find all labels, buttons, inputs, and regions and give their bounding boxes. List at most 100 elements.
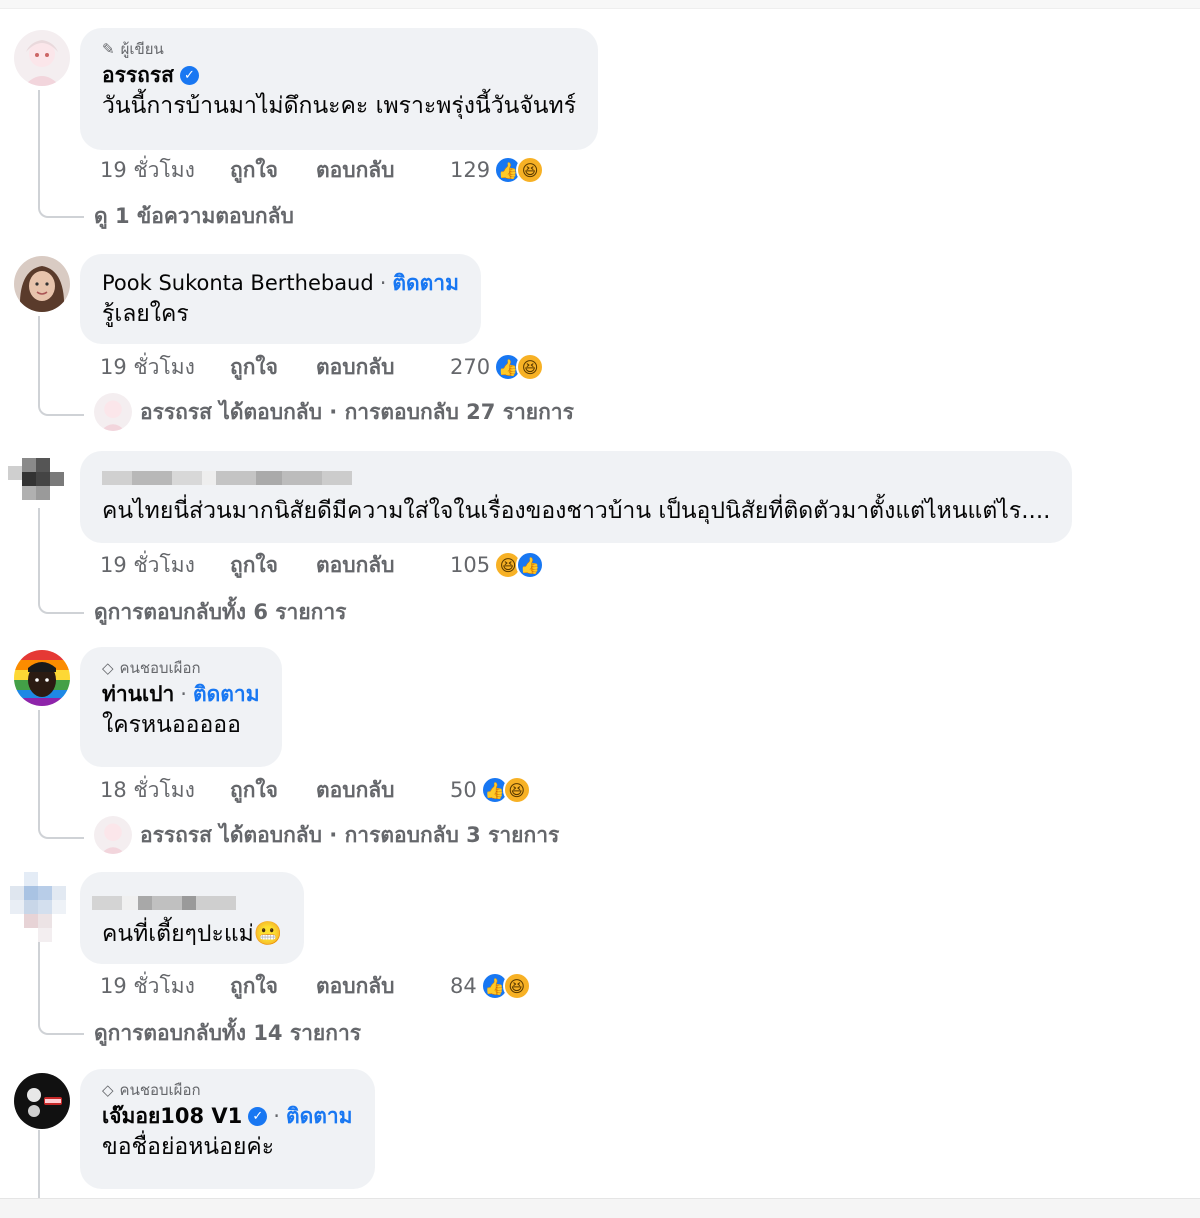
thread-elbow [38, 602, 84, 614]
view-replies-link[interactable]: ดูการตอบกลับทั้ง 14 รายการ [94, 1017, 361, 1049]
thread-line [38, 316, 40, 404]
view-replies-link[interactable]: ดู 1 ข้อความตอบกลับ [94, 200, 294, 232]
replies-label: อรรถรส ได้ตอบกลับ · การตอบกลับ 27 รายการ [140, 399, 574, 424]
replies-label: ดูการตอบกลับทั้ง 14 รายการ [94, 1020, 362, 1045]
pencil-icon: ✎ [102, 40, 115, 58]
avatar[interactable] [14, 650, 70, 706]
member-badge: ◇ คนชอบเผือก [102, 657, 260, 679]
comment-text: ขอชื่อย่อหน่อยค่ะ [102, 1134, 275, 1160]
view-replies-link[interactable]: ดูการตอบกลับทั้ง 6 รายการ [94, 596, 346, 628]
avatar[interactable] [14, 1073, 70, 1129]
replier-avatar [94, 816, 132, 854]
comment-text: คนที่เตี้ยๆปะแม่😬 [102, 918, 282, 950]
bottom-divider [0, 1198, 1200, 1218]
comment-bubble: ◇ คนชอบเผือก ท่านเปา · ติดตาม ใครหนอออออ [80, 647, 282, 767]
comment-author: อรรถรส ✓ [102, 60, 576, 90]
like-reaction-icon: 👍 [516, 551, 545, 579]
comment-meta: 19 ชั่วโมง ถูกใจ ตอบกลับ 129 👍 😆 [100, 153, 545, 187]
reply-button[interactable]: ตอบกลับ [316, 970, 450, 1003]
comment-text: ใครหนอออออ [102, 712, 241, 738]
comment-time[interactable]: 19 ชั่วโมง [100, 970, 230, 1003]
thread-line [38, 508, 40, 602]
haha-reaction-icon: 😆 [516, 156, 545, 184]
comment-time[interactable]: 19 ชั่วโมง [100, 549, 230, 582]
grimace-emoji: 😬 [253, 921, 283, 947]
comment-author: เจ๊มอย108 V1 ✓ · ติดตาม [102, 1101, 353, 1131]
comment-text: วันนี้การบ้านมาไม่ดึกนะคะ เพราะพรุ่งนี้ว… [102, 93, 577, 119]
thread-line [38, 1130, 40, 1200]
comment-text-body: คนที่เตี้ยๆปะแม่ [102, 921, 254, 947]
avatar[interactable] [6, 872, 72, 942]
comment-author: Pook Sukonta Berthebaud · ติดตาม [102, 268, 459, 298]
comment-author: ท่านเปา · ติดตาม [102, 679, 260, 709]
comment-bubble: Pook Sukonta Berthebaud · ติดตาม รู้เลยใ… [80, 254, 481, 344]
thread-line [38, 710, 40, 827]
comment-bubble: ◇ คนชอบเผือก เจ๊มอย108 V1 ✓ · ติดตาม ขอช… [80, 1069, 375, 1189]
haha-reaction-icon: 😆 [502, 776, 531, 804]
replies-label: อรรถรส ได้ตอบกลับ · การตอบกลับ 3 รายการ [140, 822, 560, 847]
reaction-count[interactable]: 105 [450, 553, 490, 577]
haha-reaction-icon: 😆 [502, 972, 531, 1000]
comment-meta: 19 ชั่วโมง ถูกใจ ตอบกลับ 105 😆 👍 [100, 548, 545, 582]
comment-time[interactable]: 19 ชั่วโมง [100, 351, 230, 384]
blurred-author-name [92, 894, 282, 912]
reaction-count[interactable]: 270 [450, 355, 490, 379]
reaction-count[interactable]: 50 [450, 778, 477, 802]
thread-line [38, 932, 40, 1023]
replies-label: ดู 1 ข้อความตอบกลับ [94, 203, 294, 228]
thread-line [38, 90, 40, 206]
like-button[interactable]: ถูกใจ [230, 970, 316, 1003]
follow-button[interactable]: ติดตาม [392, 267, 459, 300]
follow-button[interactable]: ติดตาม [286, 1100, 353, 1133]
comment-text: คนไทยนี่ส่วนมากนิสัยดีมีความใส่ใจในเรื่อ… [102, 498, 1051, 524]
separator-dot: · [379, 271, 387, 295]
author-badge: ✎ ผู้เขียน [102, 38, 576, 60]
like-button[interactable]: ถูกใจ [230, 549, 316, 582]
avatar[interactable] [14, 30, 70, 86]
thread-elbow [38, 404, 84, 416]
thread-elbow [38, 1023, 84, 1035]
thread-elbow [38, 206, 84, 218]
avatar[interactable] [14, 256, 70, 312]
comment-bubble: ✎ ผู้เขียน อรรถรส ✓ วันนี้การบ้านมาไม่ดึ… [80, 28, 599, 150]
haha-reaction-icon: 😆 [516, 353, 545, 381]
comment-time[interactable]: 18 ชั่วโมง [100, 774, 230, 807]
badge-label: ผู้เขียน [120, 40, 164, 58]
avatar[interactable] [8, 450, 70, 506]
reply-button[interactable]: ตอบกลับ [316, 351, 450, 384]
badge-label: คนชอบเผือก [119, 659, 201, 677]
badge-label: คนชอบเผือก [119, 1081, 201, 1099]
comment-time[interactable]: 19 ชั่วโมง [100, 154, 230, 187]
replies-label: ดูการตอบกลับทั้ง 6 รายการ [94, 599, 347, 624]
reply-button[interactable]: ตอบกลับ [316, 549, 450, 582]
reply-button[interactable]: ตอบกลับ [316, 774, 450, 807]
comment-bubble: คนไทยนี่ส่วนมากนิสัยดีมีความใส่ใจในเรื่อ… [80, 451, 1073, 543]
member-badge: ◇ คนชอบเผือก [102, 1079, 353, 1101]
like-button[interactable]: ถูกใจ [230, 154, 316, 187]
blurred-author-name [102, 469, 1050, 487]
separator-dot: · [180, 682, 187, 706]
verified-icon: ✓ [248, 1106, 268, 1126]
author-name[interactable]: เจ๊มอย108 V1 [102, 1100, 242, 1133]
follow-button[interactable]: ติดตาม [193, 678, 260, 711]
diamond-icon: ◇ [102, 659, 114, 677]
view-replies-link[interactable]: อรรถรส ได้ตอบกลับ · การตอบกลับ 3 รายการ [94, 816, 560, 854]
comment-bubble: คนที่เตี้ยๆปะแม่😬 [80, 872, 305, 964]
author-name[interactable]: ท่านเปา [102, 678, 174, 711]
comment-meta: 19 ชั่วโมง ถูกใจ ตอบกลับ 84 👍 😆 [100, 969, 531, 1003]
thread-elbow [38, 827, 84, 839]
reaction-count[interactable]: 84 [450, 974, 477, 998]
replier-avatar [94, 393, 132, 431]
diamond-icon: ◇ [102, 1081, 114, 1099]
top-divider [0, 0, 1200, 9]
like-button[interactable]: ถูกใจ [230, 351, 316, 384]
like-button[interactable]: ถูกใจ [230, 774, 316, 807]
view-replies-link[interactable]: อรรถรส ได้ตอบกลับ · การตอบกลับ 27 รายการ [94, 393, 574, 431]
author-name[interactable]: อรรถรส [102, 59, 174, 92]
separator-dot: · [273, 1104, 280, 1128]
comment-meta: 18 ชั่วโมง ถูกใจ ตอบกลับ 50 👍 😆 [100, 773, 531, 807]
comment-meta: 19 ชั่วโมง ถูกใจ ตอบกลับ 270 👍 😆 [100, 350, 545, 384]
reply-button[interactable]: ตอบกลับ [316, 154, 450, 187]
reaction-count[interactable]: 129 [450, 158, 490, 182]
author-name[interactable]: Pook Sukonta Berthebaud [102, 271, 374, 295]
